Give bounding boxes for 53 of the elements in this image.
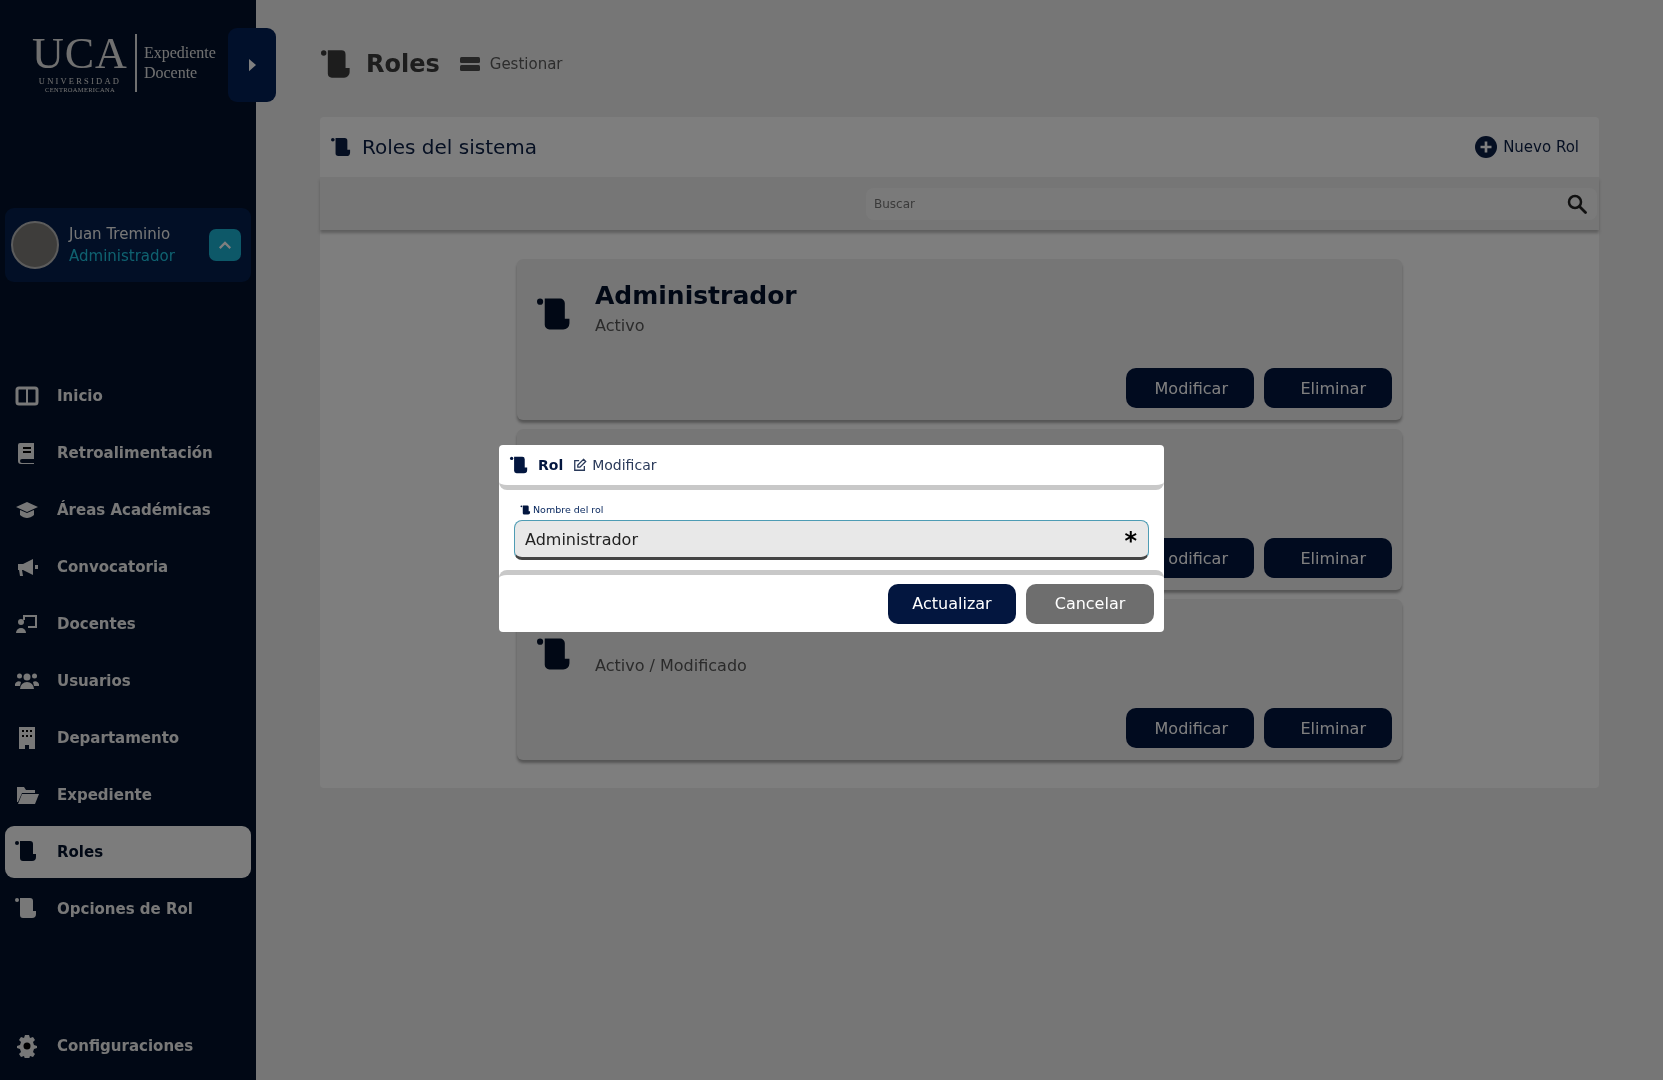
scroll-icon — [15, 897, 39, 921]
scroll-icon — [520, 504, 531, 515]
search-icon[interactable] — [1567, 193, 1587, 214]
sidebar-item[interactable]: Roles — [5, 826, 251, 878]
new-role-button[interactable]: Nuevo Rol — [1475, 136, 1579, 158]
dialog-subtitle: Modificar — [592, 457, 657, 473]
delete-button[interactable]: Eliminar — [1264, 368, 1392, 408]
sidebar-item[interactable]: Usuarios — [5, 655, 251, 707]
role-status: Activo — [595, 316, 646, 335]
scroll-icon — [15, 840, 39, 864]
sidebar-item[interactable]: Áreas Académicas — [5, 484, 251, 536]
plus-circle-icon — [1475, 136, 1498, 158]
logo-text: Docente — [143, 63, 199, 83]
sidebar-item[interactable]: Inicio — [5, 370, 251, 422]
delete-button[interactable]: Eliminar — [1264, 538, 1392, 578]
modify-button[interactable]: Modificar — [1126, 368, 1254, 408]
scroll-icon — [509, 456, 529, 474]
avatar — [11, 221, 59, 269]
user-name: Juan Treminio — [69, 225, 172, 243]
panel-title: Roles del sistema — [362, 135, 539, 159]
dialog-title: Rol — [538, 457, 564, 473]
delete-button[interactable]: Eliminar — [1264, 708, 1392, 748]
cancel-button[interactable]: Cancelar — [1026, 583, 1154, 624]
sidebar-item[interactable]: Convocatoria — [5, 541, 251, 593]
chevron-up-icon — [218, 240, 232, 250]
sidebar-item[interactable]: Docentes — [5, 598, 251, 650]
page-title: Roles — [366, 50, 440, 78]
server-icon — [459, 56, 480, 72]
sidebar-item[interactable]: Expediente — [5, 769, 251, 821]
logo-text: Expediente — [143, 43, 216, 63]
search-field[interactable]: Buscar — [866, 187, 1597, 220]
gear-icon — [15, 1034, 39, 1058]
scroll-icon — [330, 137, 352, 157]
sidebar-toggle-button[interactable] — [228, 28, 276, 102]
modify-button[interactable]: Modificar — [1126, 708, 1254, 748]
edit-icon — [573, 458, 588, 472]
logo-text: UNIVERSIDAD — [38, 75, 122, 86]
sidebar-item[interactable]: Opciones de Rol — [5, 883, 251, 935]
sidebar-item[interactable]: Configuraciones — [5, 1020, 251, 1072]
collapse-button[interactable] — [209, 229, 241, 261]
field-label: Nombre del rol — [533, 504, 604, 515]
scroll-icon — [320, 49, 352, 79]
logo-text: UCA — [32, 33, 128, 74]
teacher-board-icon — [15, 612, 39, 636]
sidebar-item[interactable]: Departamento — [5, 712, 251, 764]
role-status: Activo / Modificado — [595, 656, 747, 675]
breadcrumb-text: Gestionar — [489, 55, 563, 73]
sidebar-item[interactable]: Retroalimentación — [5, 427, 251, 479]
user-role: Administrador — [69, 247, 176, 265]
grid-icon — [15, 384, 39, 408]
update-button[interactable]: Actualizar — [888, 583, 1016, 624]
caret-right-icon — [247, 58, 257, 72]
role-name: Administrador — [595, 281, 797, 310]
